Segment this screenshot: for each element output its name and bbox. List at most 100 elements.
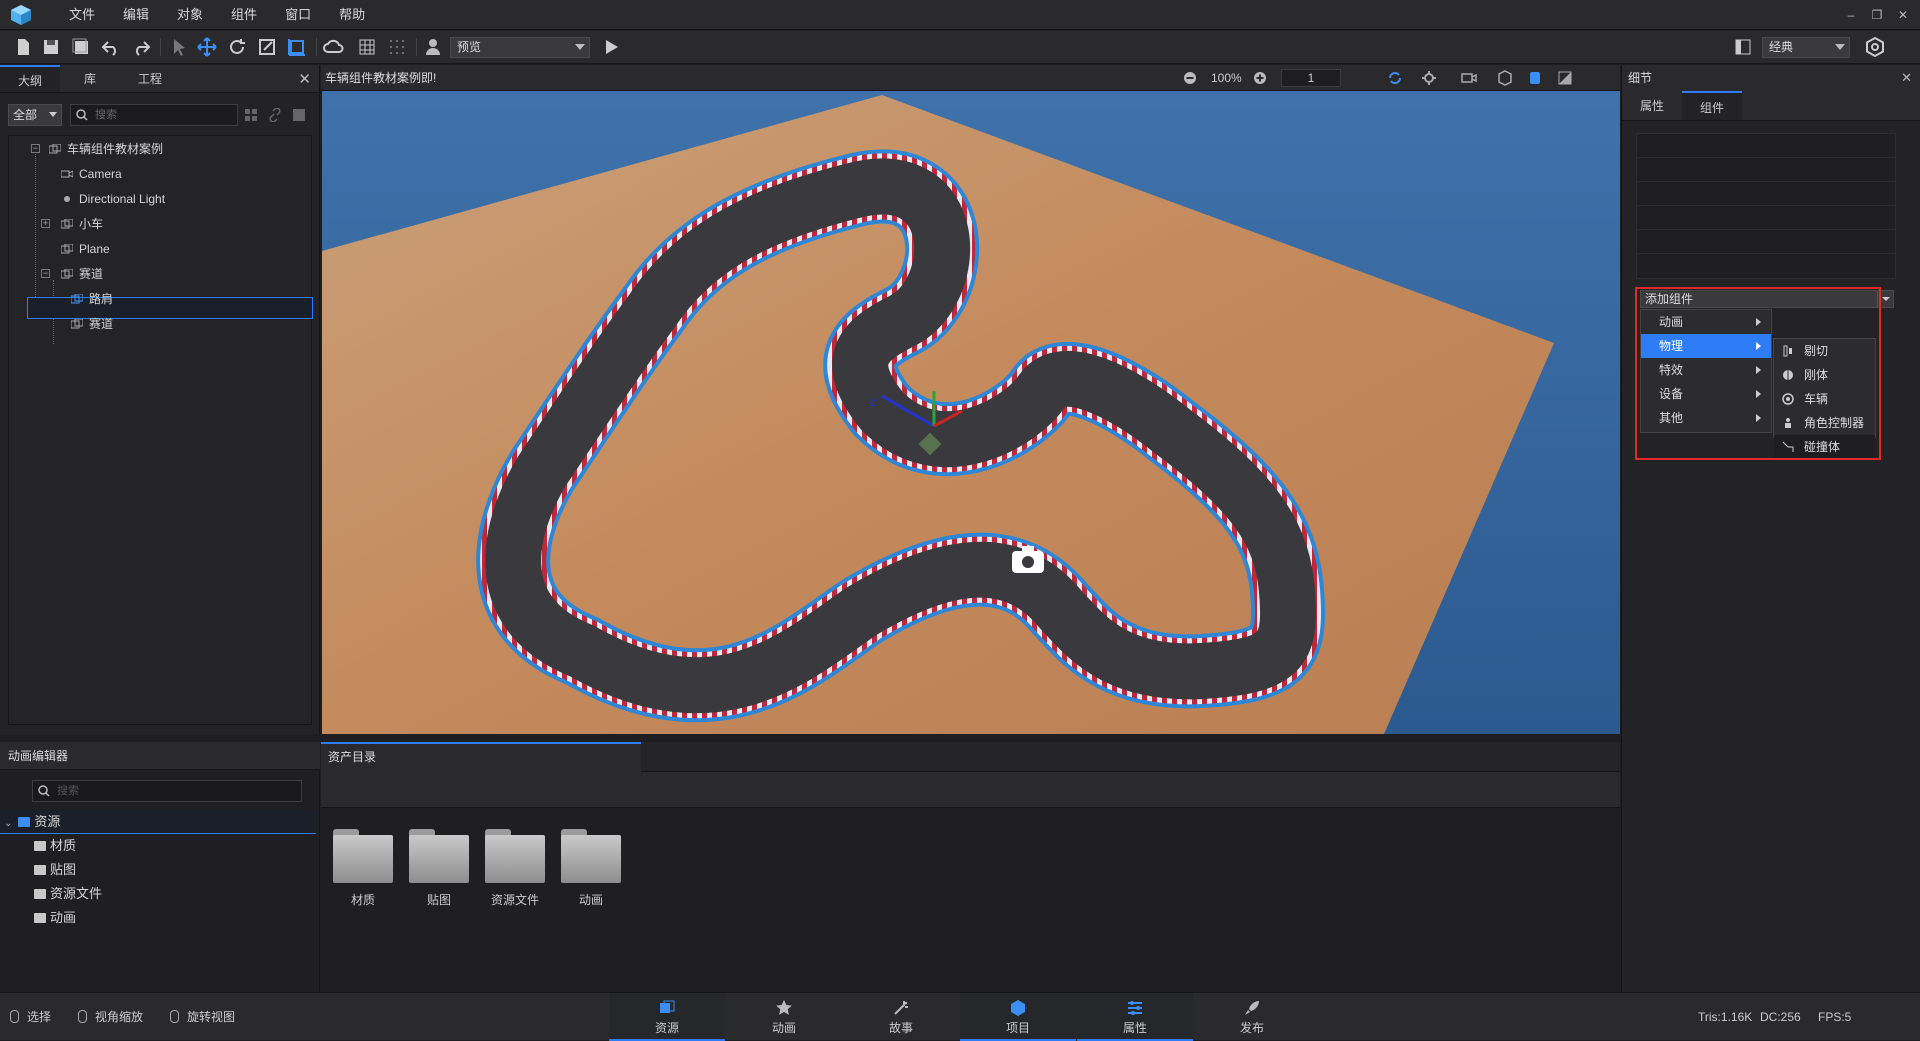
submenu-item-collider[interactable]: 碰撞体 [1774, 435, 1875, 459]
rotate-tool-icon[interactable] [226, 36, 248, 58]
save-icon[interactable] [40, 36, 62, 58]
asset-folder-material[interactable]: 材质 [34, 835, 76, 857]
sync-icon[interactable] [1387, 70, 1403, 86]
menu-item-physics[interactable]: 物理 [1641, 334, 1771, 358]
nav-tab-animation[interactable]: 动画 [726, 993, 842, 1041]
menu-help[interactable]: 帮助 [325, 0, 379, 30]
menu-item-animation[interactable]: 动画 [1641, 310, 1771, 334]
menu-edit[interactable]: 编辑 [109, 0, 163, 30]
collapse-icon[interactable]: − [31, 144, 40, 153]
zoom-in-icon[interactable] [1253, 71, 1267, 85]
nav-tab-story[interactable]: 故事 [843, 993, 959, 1041]
link-icon[interactable] [268, 108, 282, 122]
tree-item-car[interactable]: 小车 [61, 212, 103, 236]
frame-number-input[interactable]: 1 [1281, 69, 1341, 87]
tab-library[interactable]: 库 [60, 65, 120, 92]
close-icon[interactable]: ✕ [1892, 0, 1914, 30]
folder-icon [561, 829, 621, 883]
outline-search-input[interactable]: 搜索 [70, 104, 238, 126]
asset-folder-texture[interactable]: 贴图 [34, 859, 76, 881]
filter-icon[interactable] [244, 108, 258, 122]
assets-icon [660, 1000, 675, 1013]
asset-search-input[interactable]: 搜索 [32, 780, 302, 802]
tree-item-root[interactable]: 车辆组件教材案例 [49, 137, 163, 161]
tree-item-track[interactable]: 赛道 [61, 262, 103, 286]
grid-icon[interactable] [356, 36, 378, 58]
tree-item-track-mesh[interactable]: 赛道 [71, 312, 113, 336]
filter-select[interactable]: 全部 [8, 104, 62, 126]
tree-item-directional-light[interactable]: Directional Light [61, 187, 165, 211]
menu-component[interactable]: 组件 [217, 0, 271, 30]
menu-item-device[interactable]: 设备 [1641, 382, 1771, 406]
outline-panel: 大纲 库 工程 ✕ 全部 搜索 − 车辆组件教材案例 Camera Direct… [0, 65, 320, 735]
undo-icon[interactable] [100, 36, 122, 58]
asset-folder-animation[interactable]: 动画 [34, 907, 76, 929]
cube-icon[interactable] [1497, 70, 1513, 86]
menu-object[interactable]: 对象 [163, 0, 217, 30]
magic-wand-icon [894, 1001, 908, 1015]
asset-folder-label: 资源文件 [50, 886, 103, 901]
scale-tool-icon[interactable] [256, 36, 278, 58]
redo-icon[interactable] [130, 36, 152, 58]
move-tool-icon[interactable] [196, 36, 218, 58]
submenu-item-rigidbody[interactable]: 刚体 [1774, 363, 1875, 387]
close-icon[interactable]: ✕ [1901, 65, 1912, 91]
tab-outline[interactable]: 大纲 [0, 65, 60, 92]
shading-icon[interactable] [1557, 70, 1573, 86]
settings-hex-icon[interactable] [1864, 36, 1886, 58]
transform-tool-icon[interactable] [286, 36, 308, 58]
collapse-icon[interactable]: − [41, 269, 50, 278]
submenu-item-vehicle[interactable]: 车辆 [1774, 387, 1875, 411]
new-file-icon[interactable] [12, 36, 34, 58]
submenu-item-cut[interactable]: 剔切 [1774, 339, 1875, 363]
tab-project[interactable]: 工程 [120, 65, 180, 92]
camera-icon [61, 170, 73, 178]
folder-tile-animation[interactable]: 动画 [559, 829, 623, 908]
close-icon[interactable]: ✕ [298, 70, 311, 88]
folder-icon [34, 865, 46, 875]
menu-item-other[interactable]: 其他 [1641, 406, 1771, 430]
folder-tile-material[interactable]: 材质 [331, 829, 395, 908]
zoom-out-icon[interactable] [1183, 71, 1197, 85]
menu-window[interactable]: 窗口 [271, 0, 325, 30]
perspective-icon[interactable] [1527, 70, 1543, 86]
restore-icon[interactable]: ❐ [1866, 0, 1888, 30]
nav-tab-assets[interactable]: 资源 [609, 993, 725, 1041]
nav-tab-properties[interactable]: 属性 [1077, 993, 1193, 1041]
dot-grid-icon[interactable] [386, 36, 408, 58]
layout-select[interactable]: 经典 [1762, 37, 1850, 58]
select-arrow-icon[interactable] [168, 36, 190, 58]
folder-tile-resources[interactable]: 资源文件 [483, 829, 547, 908]
folder-tile-texture[interactable]: 贴图 [407, 829, 471, 908]
tab-components[interactable]: 组件 [1682, 91, 1742, 120]
nav-tab-publish[interactable]: 发布 [1194, 993, 1310, 1041]
preview-mode-select[interactable]: 预览 [450, 37, 590, 58]
mesh-icon [71, 319, 83, 329]
gizmo-icon[interactable] [1421, 70, 1437, 86]
scene-viewport[interactable]: z [322, 91, 1620, 734]
save-all-icon[interactable] [70, 36, 92, 58]
viewport-header: 车辆组件教材案例即! 100% 1 [321, 65, 1620, 91]
video-camera-icon[interactable] [1461, 70, 1477, 86]
add-component-dropdown[interactable]: 添加组件 [1640, 290, 1894, 308]
asset-root[interactable]: ⌄ 资源 [4, 811, 60, 833]
tree-item-plane[interactable]: Plane [61, 237, 110, 261]
menu-item-effects[interactable]: 特效 [1641, 358, 1771, 382]
menu-file[interactable]: 文件 [55, 0, 109, 30]
image-icon[interactable] [292, 108, 306, 122]
submenu-item-character-controller[interactable]: 角色控制器 [1774, 411, 1875, 435]
asset-folder-resources[interactable]: 资源文件 [34, 883, 102, 905]
cloud-icon[interactable] [322, 36, 344, 58]
character-icon[interactable] [422, 36, 444, 58]
expand-icon[interactable]: + [41, 219, 50, 228]
tree-item-curb[interactable]: 路肩 [71, 287, 113, 311]
tree-item-camera[interactable]: Camera [61, 162, 122, 186]
tab-properties[interactable]: 属性 [1622, 91, 1682, 120]
play-icon[interactable] [600, 36, 622, 58]
nav-tab-project[interactable]: 项目 [960, 993, 1076, 1041]
layout-icon[interactable] [1732, 36, 1754, 58]
component-list [1636, 133, 1896, 279]
tab-asset-directory[interactable]: 资产目录 [321, 742, 641, 772]
minimize-icon[interactable]: – [1840, 0, 1862, 30]
asset-folder-label: 动画 [50, 910, 77, 925]
